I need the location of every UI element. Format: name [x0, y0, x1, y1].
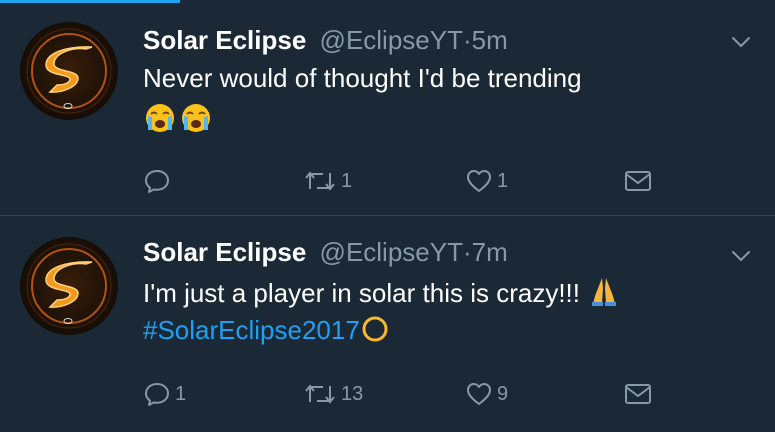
reply-button[interactable] [143, 166, 175, 196]
display-name[interactable]: Solar Eclipse [143, 25, 306, 55]
direct-message-button[interactable] [623, 379, 653, 409]
retweet-icon [303, 380, 337, 408]
loudly-crying-face-icon [179, 100, 213, 134]
heart-icon [465, 380, 493, 408]
avatar[interactable] [20, 22, 118, 120]
retweet-count: 13 [341, 382, 364, 405]
chevron-down-icon[interactable] [729, 244, 753, 268]
retweet-button[interactable]: 13 [303, 379, 363, 409]
tweet-actions: 1 1 [143, 166, 683, 196]
loudly-crying-face-icon [143, 100, 177, 134]
like-button[interactable]: 1 [465, 166, 508, 196]
eclipse-circle-icon [360, 314, 390, 344]
user-handle[interactable]: @EclipseYT [320, 25, 463, 55]
like-button[interactable]: 9 [465, 379, 508, 409]
tweet-text-block: I'm just a player in solar this is crazy… [143, 274, 743, 349]
envelope-icon [623, 381, 653, 407]
separator-dot: · [462, 25, 472, 55]
tweet[interactable]: Solar Eclipse @EclipseYT·5m Never would … [0, 0, 775, 216]
tweet-text: I'm just a player in solar this is crazy… [143, 278, 580, 308]
separator-dot: · [462, 237, 472, 267]
avatar[interactable] [20, 237, 118, 335]
like-count: 1 [497, 169, 509, 192]
chevron-down-icon[interactable] [729, 30, 753, 54]
display-name[interactable]: Solar Eclipse [143, 237, 306, 267]
tweet-header: Solar Eclipse @EclipseYT·5m [143, 22, 508, 58]
tweet-text-block: Never would of thought I'd be trending [143, 60, 743, 134]
reply-count: 1 [175, 382, 187, 405]
user-handle[interactable]: @EclipseYT [320, 237, 463, 267]
retweet-button[interactable]: 1 [303, 166, 352, 196]
folded-hands-icon [587, 274, 621, 308]
tweet-feed: Solar Eclipse @EclipseYT·5m Never would … [0, 0, 775, 432]
direct-message-button[interactable] [623, 166, 653, 196]
like-count: 9 [497, 382, 509, 405]
heart-icon [465, 167, 493, 195]
retweet-count: 1 [341, 169, 353, 192]
retweet-icon [303, 167, 337, 195]
tweet-actions: 1 13 9 [143, 379, 683, 409]
reply-icon [143, 380, 171, 408]
envelope-icon [623, 168, 653, 194]
timestamp[interactable]: 5m [472, 25, 508, 55]
tweet-header: Solar Eclipse @EclipseYT·7m [143, 234, 508, 270]
emoji-row [143, 100, 213, 134]
timestamp[interactable]: 7m [472, 237, 508, 267]
tweet-text: Never would of thought I'd be trending [143, 63, 582, 93]
tweet[interactable]: Solar Eclipse @EclipseYT·7m I'm just a p… [0, 217, 775, 432]
reply-icon [143, 167, 171, 195]
reply-button[interactable]: 1 [143, 379, 186, 409]
hashtag-link[interactable]: #SolarEclipse2017 [143, 315, 360, 345]
